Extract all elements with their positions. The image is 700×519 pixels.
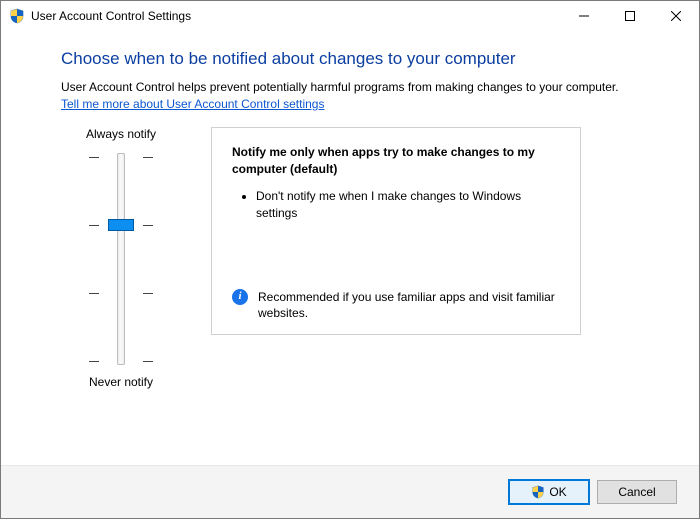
ok-button[interactable]: OK: [509, 480, 589, 504]
panel-bullet-item: Don't notify me when I make changes to W…: [256, 188, 562, 223]
minimize-button[interactable]: [561, 1, 607, 31]
main-row: Always notify Never notify Notify me onl…: [61, 127, 639, 389]
description-text: User Account Control helps prevent poten…: [61, 79, 639, 95]
slider-thumb[interactable]: [108, 219, 134, 231]
title-bar: User Account Control Settings: [1, 1, 699, 31]
ok-button-label: OK: [549, 485, 566, 499]
dialog-button-row: OK Cancel: [1, 465, 699, 518]
content-area: Choose when to be notified about changes…: [1, 31, 699, 465]
cancel-button-label: Cancel: [618, 485, 655, 499]
cancel-button[interactable]: Cancel: [597, 480, 677, 504]
panel-title: Notify me only when apps try to make cha…: [232, 144, 562, 178]
shield-icon: [531, 485, 545, 499]
slider-label-top: Always notify: [86, 127, 156, 141]
recommendation-text: Recommended if you use familiar apps and…: [258, 289, 562, 323]
notification-level-panel: Notify me only when apps try to make cha…: [211, 127, 581, 335]
page-heading: Choose when to be notified about changes…: [61, 49, 639, 69]
window-title: User Account Control Settings: [31, 9, 191, 23]
shield-icon: [9, 8, 25, 24]
maximize-button[interactable]: [607, 1, 653, 31]
learn-more-link[interactable]: Tell me more about User Account Control …: [61, 97, 639, 111]
slider-label-bottom: Never notify: [89, 375, 153, 389]
slider-track: [117, 153, 125, 365]
uac-settings-window: User Account Control Settings Choose whe…: [0, 0, 700, 519]
panel-recommendation: i Recommended if you use familiar apps a…: [232, 289, 562, 323]
panel-bullet-list: Don't notify me when I make changes to W…: [238, 188, 562, 223]
slider-column: Always notify Never notify: [61, 127, 181, 389]
close-button[interactable]: [653, 1, 699, 31]
notification-level-slider[interactable]: [89, 149, 153, 369]
info-icon: i: [232, 289, 248, 305]
